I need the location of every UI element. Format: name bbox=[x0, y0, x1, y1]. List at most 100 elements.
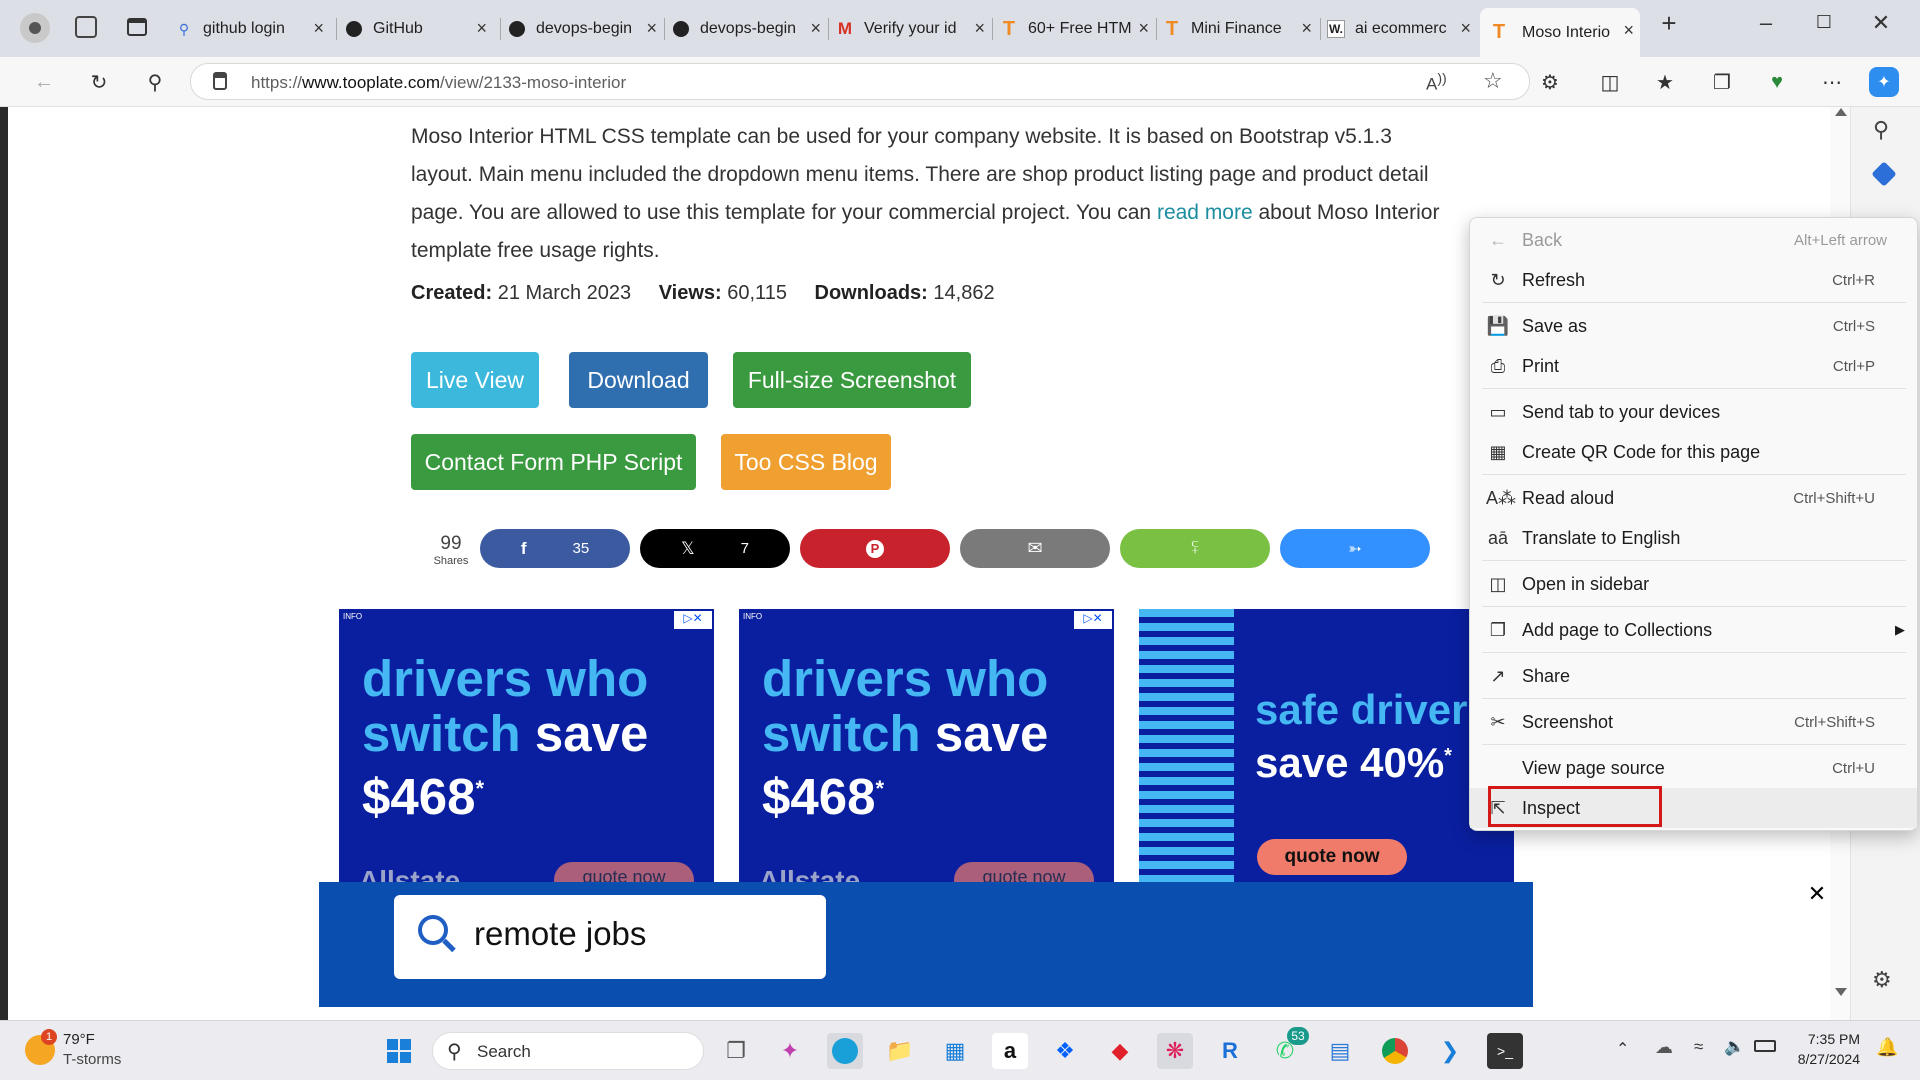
too-css-blog-button[interactable]: Too CSS Blog bbox=[721, 434, 891, 490]
start-button-icon[interactable] bbox=[381, 1033, 417, 1069]
ad-banner-1[interactable]: INFO ▷✕ drivers who switch save $468* Alls… bbox=[339, 609, 714, 884]
clock[interactable]: 7:35 PM 8/27/2024 bbox=[1790, 1029, 1860, 1069]
close-tab-icon[interactable]: × bbox=[1623, 20, 1634, 41]
vertical-tabs-icon[interactable] bbox=[127, 18, 147, 36]
facebook-share-button[interactable]: f 35 bbox=[480, 529, 630, 568]
copilot-app-icon[interactable]: ✦ bbox=[772, 1033, 808, 1069]
close-tab-icon[interactable]: × bbox=[646, 18, 657, 39]
task-view-icon[interactable]: ❐ bbox=[718, 1033, 754, 1069]
menu-item-read-aloud[interactable]: A⁂ Read aloud Ctrl+Shift+U bbox=[1470, 478, 1917, 518]
microsoft-store-icon[interactable]: ▦ bbox=[937, 1033, 973, 1069]
pinterest-share-button[interactable]: P bbox=[800, 529, 950, 568]
more-options-icon[interactable]: ⋯ bbox=[1817, 67, 1847, 97]
close-tab-icon[interactable]: × bbox=[810, 18, 821, 39]
volume-icon[interactable]: 🔈 bbox=[1724, 1037, 1745, 1057]
close-tab-icon[interactable]: × bbox=[1301, 18, 1312, 39]
show-hidden-icons[interactable]: ⌃ bbox=[1616, 1039, 1629, 1059]
tab-github[interactable]: GitHub × bbox=[345, 12, 493, 46]
file-explorer-icon[interactable]: 📁 bbox=[882, 1033, 918, 1069]
back-icon[interactable]: ← bbox=[29, 67, 59, 97]
tab-mini-finance[interactable]: T Mini Finance × bbox=[1163, 12, 1318, 46]
contact-form-button[interactable]: Contact Form PHP Script bbox=[411, 434, 696, 490]
notepad-icon[interactable]: ▤ bbox=[1322, 1033, 1358, 1069]
tab-devops-2[interactable]: devops-begin × bbox=[672, 12, 827, 46]
collections-icon[interactable]: ❐ bbox=[1707, 67, 1737, 97]
sharethis-share-button[interactable]: ⪿ bbox=[1120, 529, 1270, 568]
slack-icon[interactable]: ❋ bbox=[1157, 1033, 1193, 1069]
ad-choices-icon[interactable]: ▷✕ bbox=[1074, 611, 1112, 629]
address-bar[interactable]: https://www.tooplate.com/view/2133-moso-… bbox=[190, 63, 1530, 100]
close-ad-icon[interactable]: ✕ bbox=[1806, 883, 1828, 905]
maximize-icon[interactable]: ☐ bbox=[1804, 12, 1844, 33]
battery-icon[interactable] bbox=[1754, 1040, 1776, 1052]
weather-widget[interactable]: 1 79°F T-storms bbox=[25, 1029, 145, 1073]
close-tab-icon[interactable]: × bbox=[476, 18, 487, 39]
ad-quote-button[interactable]: quote now bbox=[554, 862, 694, 884]
read-aloud-icon[interactable]: A)) bbox=[1426, 71, 1447, 95]
favorites-icon[interactable]: ★ bbox=[1650, 67, 1680, 97]
close-tab-icon[interactable]: × bbox=[1138, 18, 1149, 39]
tab-free-html[interactable]: T 60+ Free HTM × bbox=[1000, 12, 1155, 46]
onedrive-icon[interactable]: ☁ bbox=[1655, 1037, 1673, 1058]
whatsapp-icon[interactable]: ✆ 53 bbox=[1267, 1027, 1309, 1069]
menu-item-share[interactable]: ↗ Share bbox=[1470, 656, 1917, 696]
tab-ai-ecommerce[interactable]: W. ai ecommerc × bbox=[1327, 12, 1477, 46]
ad-search-box[interactable]: remote jobs bbox=[394, 895, 826, 979]
ad-banner-3[interactable]: safe driver save 40%* quote now bbox=[1139, 609, 1514, 884]
menu-item-translate[interactable]: aā Translate to English bbox=[1470, 518, 1917, 558]
menu-item-open-sidebar[interactable]: ◫ Open in sidebar bbox=[1470, 564, 1917, 604]
edge-app-icon[interactable] bbox=[827, 1033, 863, 1069]
chrome-icon[interactable] bbox=[1377, 1033, 1413, 1069]
wifi-icon[interactable]: ≈ bbox=[1694, 1037, 1703, 1057]
menu-item-qr-code[interactable]: ▦ Create QR Code for this page bbox=[1470, 432, 1917, 472]
email-share-button[interactable]: ✉ bbox=[960, 529, 1110, 568]
close-tab-icon[interactable]: × bbox=[1460, 18, 1471, 39]
sidebar-settings-icon[interactable]: ⚙ bbox=[1872, 967, 1892, 993]
sidebar-tag-icon[interactable] bbox=[1871, 161, 1897, 187]
terminal-icon[interactable]: >_ bbox=[1487, 1033, 1523, 1069]
read-more-link[interactable]: read more bbox=[1157, 201, 1253, 224]
scroll-up-icon[interactable] bbox=[1835, 108, 1847, 116]
menu-item-view-source[interactable]: View page source Ctrl+U bbox=[1470, 748, 1917, 788]
close-tab-icon[interactable]: × bbox=[974, 18, 985, 39]
menu-item-print[interactable]: ⎙ Print Ctrl+P bbox=[1470, 346, 1917, 386]
bottom-ad-banner[interactable]: remote jobs bbox=[319, 882, 1533, 1007]
r-app-icon[interactable]: R bbox=[1212, 1033, 1248, 1069]
x-share-button[interactable]: 𝕏7 bbox=[640, 529, 790, 568]
tab-github-login[interactable]: ⚲ github login × bbox=[175, 12, 330, 46]
ad-banner-2[interactable]: INFO ▷✕ drivers who switch save $468* Alls… bbox=[739, 609, 1114, 884]
url-text[interactable]: https://www.tooplate.com/view/2133-moso-… bbox=[251, 73, 626, 93]
lock-icon[interactable] bbox=[213, 72, 227, 90]
dropbox-icon[interactable]: ❖ bbox=[1047, 1033, 1083, 1069]
ad-quote-button[interactable]: quote now bbox=[1257, 839, 1407, 875]
messenger-share-button[interactable]: ➳ bbox=[1280, 529, 1430, 568]
minimize-icon[interactable]: – bbox=[1746, 10, 1786, 36]
live-view-button[interactable]: Live View bbox=[411, 352, 539, 408]
search-icon[interactable]: ⚲ bbox=[140, 67, 170, 97]
notification-bell-icon[interactable]: 🔔 bbox=[1876, 1037, 1898, 1058]
menu-item-refresh[interactable]: ↻ Refresh Ctrl+R bbox=[1470, 260, 1917, 300]
ad-quote-button[interactable]: quote now bbox=[954, 862, 1094, 884]
refresh-icon[interactable]: ↻ bbox=[84, 67, 114, 97]
sidebar-search-icon[interactable]: ⚲ bbox=[1873, 117, 1889, 143]
close-tab-icon[interactable]: × bbox=[313, 18, 324, 39]
tab-devops-1[interactable]: devops-begin × bbox=[508, 12, 663, 46]
amazon-app-icon[interactable]: a bbox=[992, 1033, 1028, 1069]
download-button[interactable]: Download bbox=[569, 352, 708, 408]
taskbar-search[interactable]: ⚲ Search bbox=[432, 1032, 704, 1070]
menu-item-save-as[interactable]: 💾 Save as Ctrl+S bbox=[1470, 306, 1917, 346]
menu-item-screenshot[interactable]: ✂ Screenshot Ctrl+Shift+S bbox=[1470, 702, 1917, 742]
profile-avatar-icon[interactable] bbox=[20, 13, 50, 43]
workspaces-icon[interactable] bbox=[75, 16, 97, 38]
vscode-icon[interactable]: ❯ bbox=[1432, 1033, 1468, 1069]
ad-choices-icon[interactable]: ▷✕ bbox=[674, 611, 712, 629]
menu-item-add-to-collections[interactable]: ❐ Add page to Collections ▶ bbox=[1470, 610, 1917, 650]
menu-item-send-tab[interactable]: ▭ Send tab to your devices bbox=[1470, 392, 1917, 432]
favorite-star-icon[interactable]: ☆ bbox=[1483, 68, 1503, 94]
browser-essentials-icon[interactable]: ♥ bbox=[1762, 67, 1792, 97]
extensions-icon[interactable]: ⚙ bbox=[1535, 67, 1565, 97]
tab-moso-interior[interactable]: T Moso Interio × bbox=[1480, 8, 1640, 57]
copilot-icon[interactable]: ✦ bbox=[1869, 67, 1899, 97]
close-window-icon[interactable]: ✕ bbox=[1861, 10, 1901, 36]
red-app-icon[interactable]: ◆ bbox=[1102, 1033, 1138, 1069]
